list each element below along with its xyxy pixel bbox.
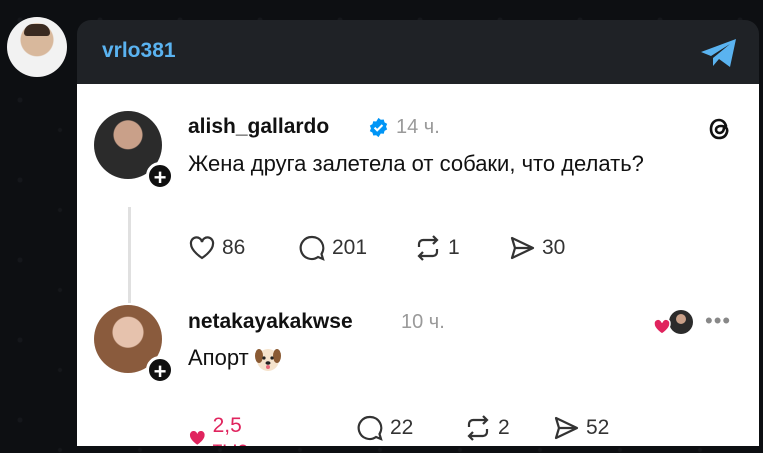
repost-button[interactable]: 1 [414, 234, 460, 262]
post-username[interactable]: alish_gallardo [188, 115, 329, 139]
follow-plus-icon[interactable]: + [146, 356, 174, 384]
repost-icon [467, 415, 489, 441]
post-text: Жена друга залетела от собаки, что делат… [188, 151, 644, 176]
repost-button[interactable]: 2 [464, 414, 510, 442]
share-button[interactable]: 52 [552, 414, 609, 442]
threads-logo-icon[interactable] [705, 114, 735, 144]
comment-icon [357, 415, 383, 441]
like-count: 86 [222, 236, 246, 259]
telegram-plane-icon[interactable] [699, 37, 739, 69]
thread-connector-line [128, 207, 131, 303]
post-text-content: Апорт [188, 345, 249, 370]
threads-embed-card[interactable]: + alish_gallardo 14 ч. Жена друга залете… [77, 84, 759, 446]
heart-filled-icon [189, 430, 205, 445]
comment-button[interactable]: 22 [356, 414, 413, 442]
message-bubble: vrlo381 + alish_gallardo 14 ч. Жена друг… [77, 20, 759, 446]
channel-avatar[interactable] [7, 17, 67, 77]
repost-count: 1 [448, 236, 460, 259]
post-text: Апорт [188, 342, 281, 374]
repost-icon [417, 235, 439, 261]
share-count: 30 [542, 236, 566, 259]
verified-badge-icon [369, 117, 388, 138]
repost-count: 2 [498, 416, 510, 439]
comment-button[interactable]: 201 [298, 234, 367, 262]
more-options-icon[interactable]: ••• [705, 308, 731, 334]
liked-by-author-icon [653, 310, 693, 335]
share-count: 52 [586, 416, 610, 439]
message-header: vrlo381 [77, 20, 759, 84]
like-button[interactable]: 86 [188, 234, 245, 262]
post-time: 14 ч. [396, 116, 440, 138]
heart-icon [189, 236, 215, 260]
comment-count: 22 [390, 416, 414, 439]
comment-count: 201 [332, 236, 368, 259]
dog-face-emoji-icon [254, 349, 281, 372]
share-button[interactable]: 30 [508, 234, 565, 262]
channel-name[interactable]: vrlo381 [102, 39, 176, 63]
like-count: 2,5 тыс. [212, 414, 254, 446]
like-button[interactable]: 2,5 тыс. [188, 414, 263, 446]
share-icon [554, 416, 579, 440]
comment-icon [299, 235, 325, 261]
follow-plus-icon[interactable]: + [146, 162, 174, 190]
post-time: 10 ч. [401, 311, 445, 333]
share-icon [510, 236, 535, 260]
post-username[interactable]: netakayakakwse [188, 310, 353, 334]
